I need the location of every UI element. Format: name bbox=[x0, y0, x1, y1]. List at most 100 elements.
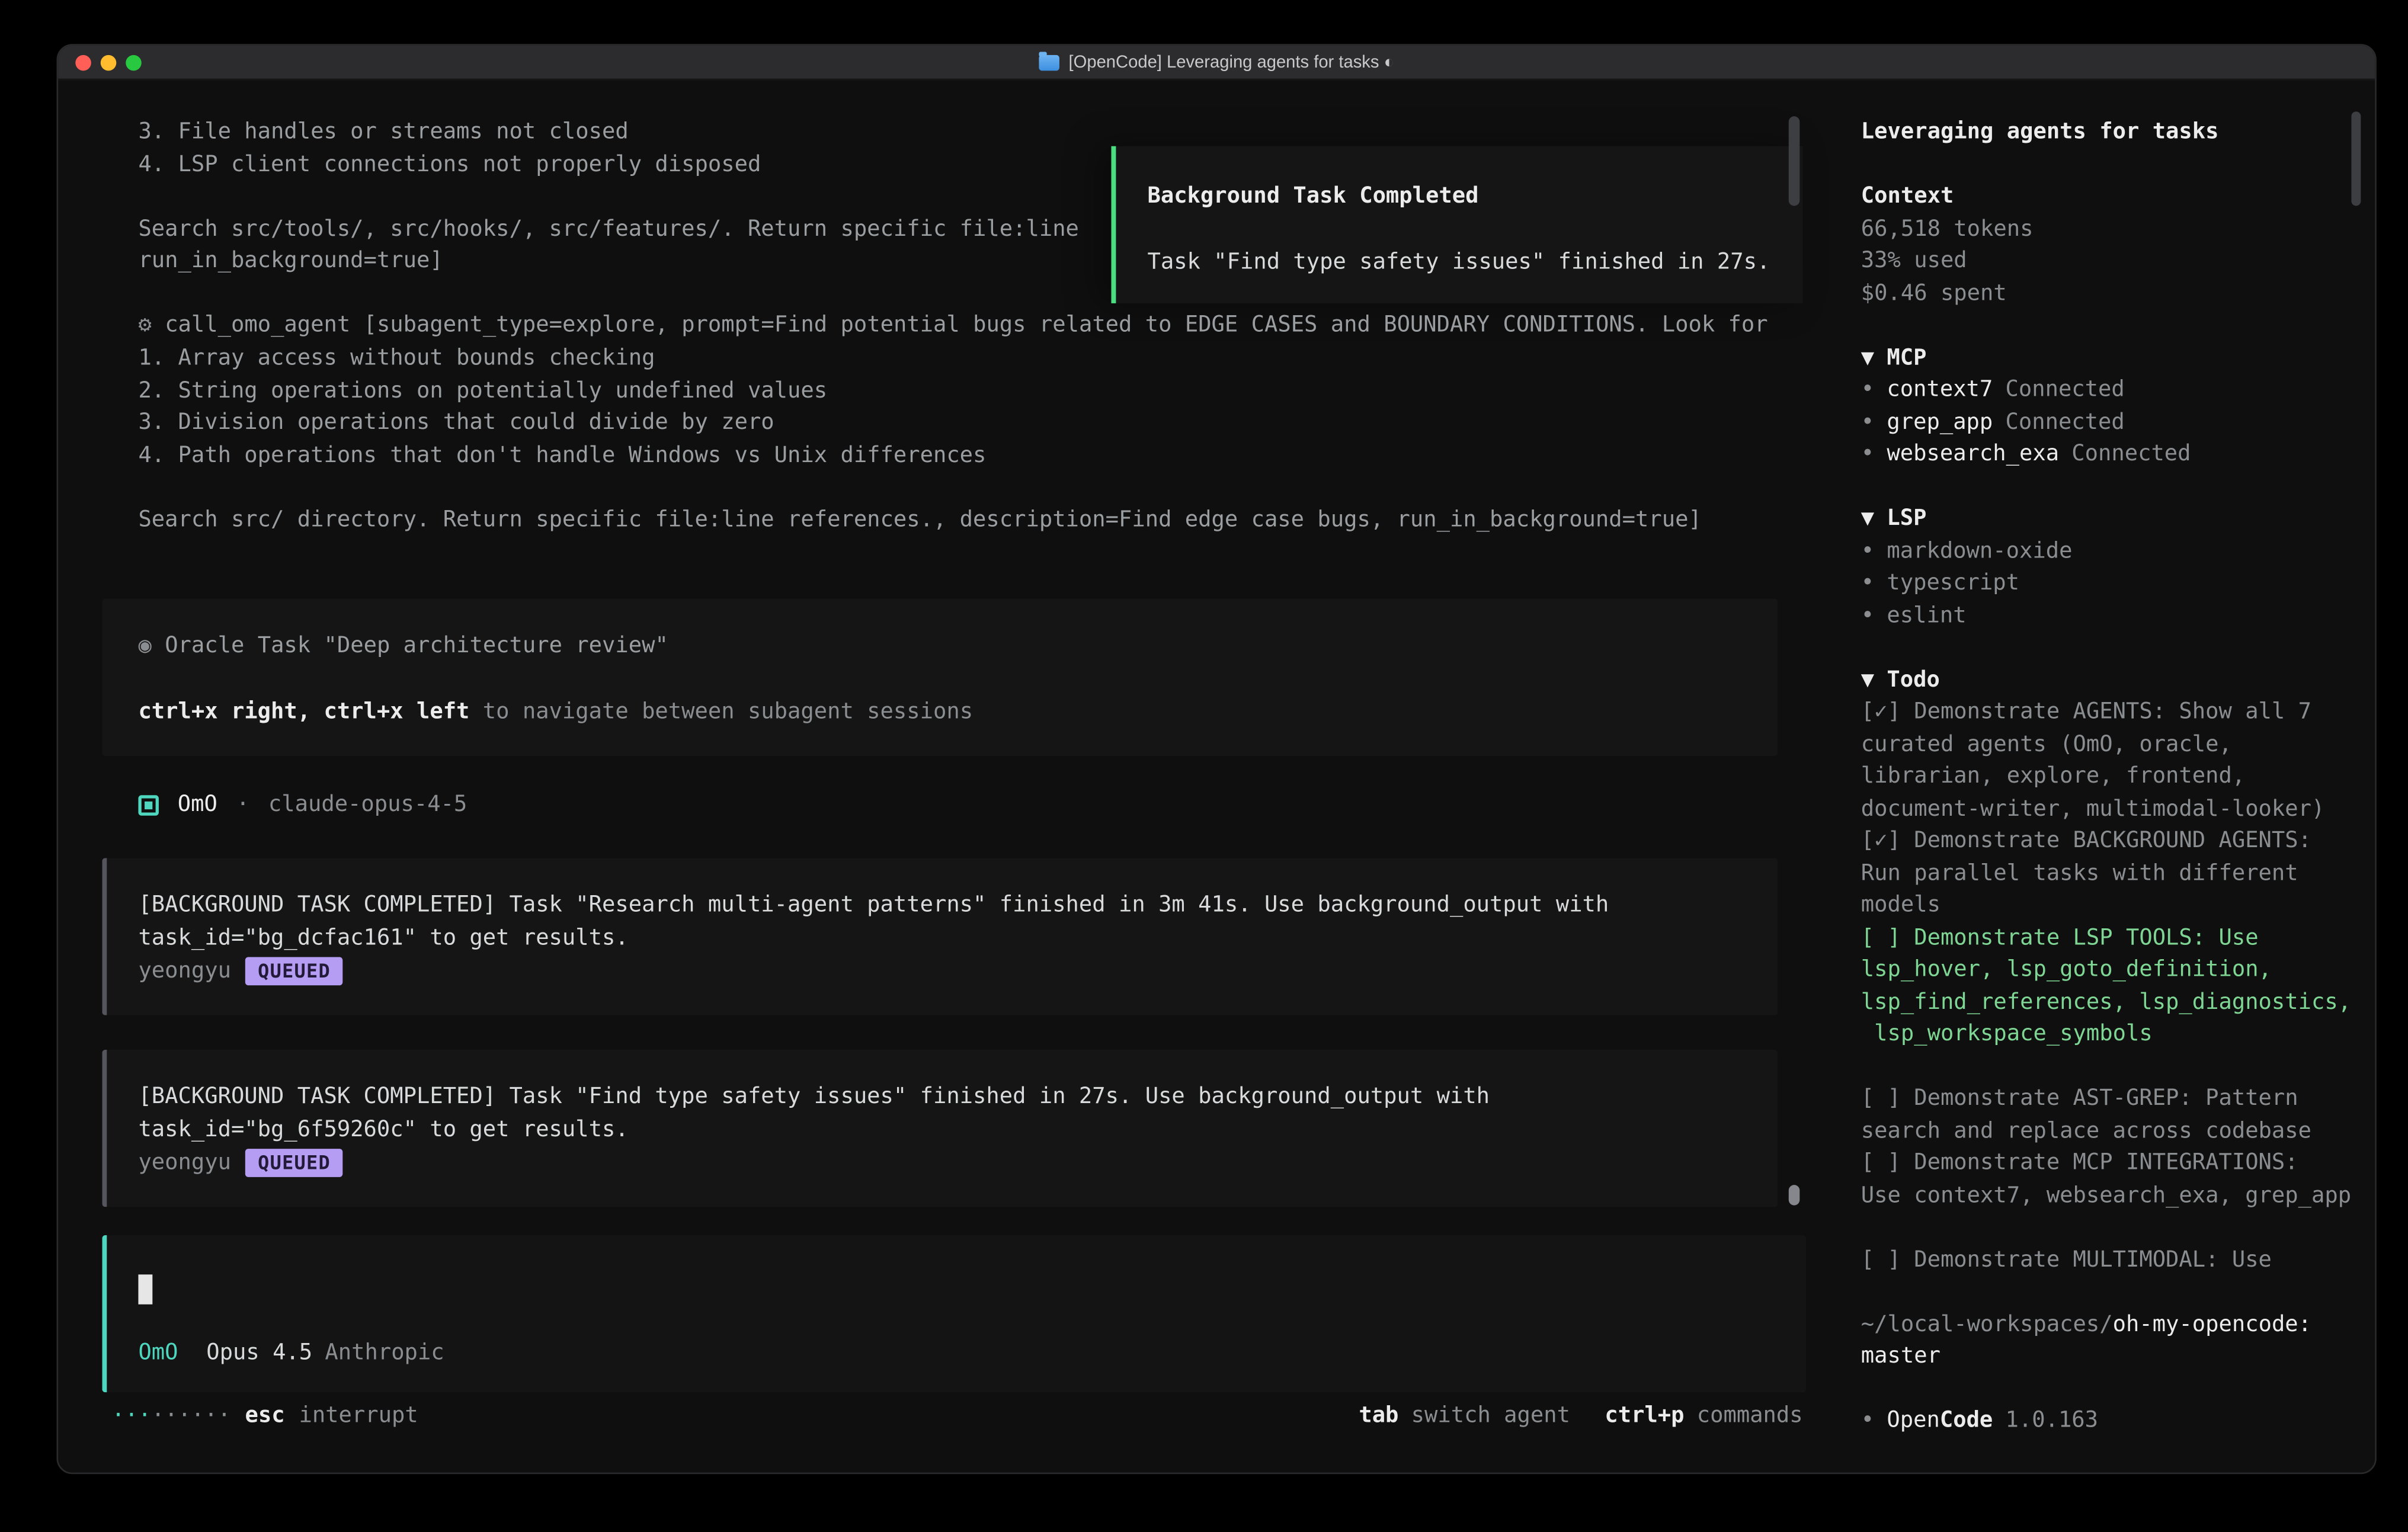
sidebar-title: Leveraging agents for tasks bbox=[1861, 116, 2364, 148]
todo-item-done: [✓] Demonstrate BACKGROUND AGENTS: Run p… bbox=[1861, 825, 2364, 922]
chat-scrollbar-thumb[interactable] bbox=[1789, 116, 1800, 206]
agent-header: OmO · claude-opus-4-5 bbox=[138, 789, 467, 822]
message-card: [BACKGROUND TASK COMPLETED] Task "Resear… bbox=[102, 858, 1778, 1015]
close-window-button[interactable] bbox=[75, 55, 91, 71]
desktop: [OpenCode] Leveraging agents for tasks ◐… bbox=[0, 0, 2408, 1532]
mcp-item-name: websearch_exa bbox=[1887, 441, 2059, 466]
mcp-item: • grep_app Connected bbox=[1861, 406, 2364, 438]
oracle-task-title-line: ◉ Oracle Task "Deep architecture review" bbox=[138, 630, 1749, 662]
input-model-row: OmO Opus 4.5 Anthropic bbox=[138, 1337, 444, 1368]
lsp-item: •typescript bbox=[1861, 568, 2364, 600]
folder-icon bbox=[1039, 55, 1059, 70]
workspace-repo: oh-my-opencode: bbox=[2113, 1312, 2311, 1337]
context-header: Context bbox=[1861, 181, 2364, 213]
window-titlebar[interactable]: [OpenCode] Leveraging agents for tasks ◐ bbox=[58, 46, 2375, 80]
message-meta: yeongyu QUEUED bbox=[138, 955, 1749, 987]
bullet-icon: • bbox=[1861, 409, 1874, 434]
toast-notification: Background Task Completed Task "Find typ… bbox=[1111, 146, 1802, 303]
session-sidebar: Leveraging agents for tasks Context 66,5… bbox=[1861, 116, 2364, 1437]
todo-item-done: [✓] Demonstrate AGENTS: Show all 7 curat… bbox=[1861, 696, 2364, 825]
agent-separator: · bbox=[236, 789, 249, 821]
spinner-dots: ········· bbox=[111, 1400, 230, 1432]
queued-badge: QUEUED bbox=[245, 957, 343, 985]
chevron-down-icon: ▼ bbox=[1861, 667, 1874, 692]
status-bar-left: ········· esc interrupt bbox=[111, 1400, 418, 1434]
tab-key-hint: tab bbox=[1359, 1400, 1398, 1432]
message-card: [BACKGROUND TASK COMPLETED] Task "Find t… bbox=[102, 1050, 1778, 1207]
minimize-window-button[interactable] bbox=[101, 55, 117, 71]
todo-item-pending: [ ] Demonstrate AST-GREP: Pattern search… bbox=[1861, 1083, 2364, 1148]
mcp-item: • websearch_exa Connected bbox=[1861, 438, 2364, 470]
branch-name: master bbox=[1861, 1341, 2364, 1373]
lsp-item-name: markdown-oxide bbox=[1887, 539, 2072, 563]
bullet-icon: • bbox=[1861, 1408, 1874, 1433]
input-agent-label: OmO bbox=[138, 1337, 178, 1368]
mcp-item-name: context7 bbox=[1887, 377, 1993, 402]
input-cursor bbox=[138, 1274, 152, 1304]
context-tokens: 66,518 tokens bbox=[1861, 213, 2364, 245]
lsp-item: • eslint bbox=[1861, 600, 2364, 632]
oracle-task-title: Oracle Task "Deep architecture review" bbox=[165, 633, 668, 658]
mcp-item: • context7 Connected bbox=[1861, 374, 2364, 406]
queued-badge: QUEUED bbox=[245, 1148, 343, 1177]
input-model-label: Opus 4.5 bbox=[206, 1337, 312, 1368]
oracle-icon: ◉ bbox=[138, 633, 151, 658]
tab-key-label: switch agent bbox=[1411, 1400, 1570, 1432]
workspace-path-prefix: ~/local-workspaces/ bbox=[1861, 1312, 2113, 1337]
prompt-input[interactable]: OmO Opus 4.5 Anthropic bbox=[102, 1235, 1806, 1392]
tool-call-details: 1. Array access without bounds checking … bbox=[138, 342, 1701, 536]
chevron-down-icon: ▼ bbox=[1861, 506, 1874, 531]
message-meta: yeongyu QUEUED bbox=[138, 1146, 1749, 1178]
keybind-hint: ctrl+x right, ctrl+x left to navigate be… bbox=[138, 696, 1749, 727]
commands-key-label: commands bbox=[1697, 1400, 1803, 1432]
oracle-task-panel: ◉ Oracle Task "Deep architecture review"… bbox=[102, 599, 1778, 756]
lsp-item: • markdown-oxide bbox=[1861, 535, 2364, 567]
app-name: Open bbox=[1887, 1408, 1939, 1433]
window-title: [OpenCode] Leveraging agents for tasks ◐ bbox=[1069, 45, 1395, 79]
todo-item-active: [ ] Demonstrate LSP TOOLS: Use lsp_hover… bbox=[1861, 922, 2364, 1051]
tool-call-text: call_omo_agent [subagent_type=explore, p… bbox=[165, 313, 1767, 338]
keybind-description: to navigate between subagent sessions bbox=[469, 698, 973, 723]
zoom-window-button[interactable] bbox=[126, 55, 142, 71]
message-body: [BACKGROUND TASK COMPLETED] Task "Resear… bbox=[138, 889, 1749, 954]
gear-icon: ⚙ bbox=[138, 313, 151, 338]
tool-call-line: ⚙ call_omo_agent [subagent_type=explore,… bbox=[138, 310, 1767, 342]
terminal-window: [OpenCode] Leveraging agents for tasks ◐… bbox=[56, 44, 2376, 1474]
todo-section-header: ▼Todo bbox=[1861, 664, 2364, 696]
agent-model: claude-opus-4-5 bbox=[268, 789, 467, 821]
toast-body: Task "Find type safety issues" finished … bbox=[1147, 246, 1774, 278]
context-spent: $0.46 spent bbox=[1861, 277, 2364, 309]
lsp-item-name: eslint bbox=[1887, 602, 1966, 627]
agent-name: OmO bbox=[178, 789, 217, 821]
mcp-item-status: Connected bbox=[2006, 409, 2125, 434]
keybind-keys: ctrl+x right, ctrl+x left bbox=[138, 698, 469, 723]
workspace-path: ~/local-workspaces/oh-my-opencode: bbox=[1861, 1308, 2364, 1340]
bullet-icon: • bbox=[1861, 377, 1874, 402]
context-used: 33% used bbox=[1861, 245, 2364, 277]
mcp-item-status: Connected bbox=[2006, 377, 2125, 402]
mcp-item-name: grep_app bbox=[1887, 409, 1993, 434]
app-name-bold: Code bbox=[1940, 1408, 1993, 1433]
toast-title: Background Task Completed bbox=[1147, 181, 1774, 213]
bullet-icon: • bbox=[1861, 539, 1874, 563]
commands-key-hint: ctrl+p bbox=[1605, 1400, 1684, 1432]
app-version: 1.0.163 bbox=[2006, 1408, 2099, 1433]
status-bar-right: tab switch agent ctrl+p commands bbox=[1359, 1400, 1802, 1434]
message-author: yeongyu bbox=[138, 1146, 231, 1178]
traffic-lights bbox=[75, 55, 141, 71]
esc-key-label: interrupt bbox=[299, 1400, 418, 1432]
chat-scrollbar-thumb-bottom[interactable] bbox=[1789, 1185, 1800, 1205]
input-provider-label: Anthropic bbox=[325, 1337, 444, 1368]
mcp-section-header: ▼MCP bbox=[1861, 342, 2364, 374]
app-version-footer: • OpenCode 1.0.163 bbox=[1861, 1405, 2364, 1437]
agent-checkbox-icon bbox=[138, 795, 158, 815]
message-author: yeongyu bbox=[138, 955, 231, 987]
scrollback-text: 3. File handles or streams not closed 4.… bbox=[138, 116, 1079, 277]
bullet-icon: • bbox=[1861, 441, 1874, 466]
mcp-item-status: Connected bbox=[2071, 441, 2191, 466]
message-body: [BACKGROUND TASK COMPLETED] Task "Find t… bbox=[138, 1081, 1749, 1146]
lsp-item-name: typescript bbox=[1887, 571, 2019, 595]
chevron-down-icon: ▼ bbox=[1861, 345, 1874, 370]
bullet-icon: • bbox=[1861, 602, 1874, 627]
lsp-section-header: ▼LSP bbox=[1861, 503, 2364, 535]
